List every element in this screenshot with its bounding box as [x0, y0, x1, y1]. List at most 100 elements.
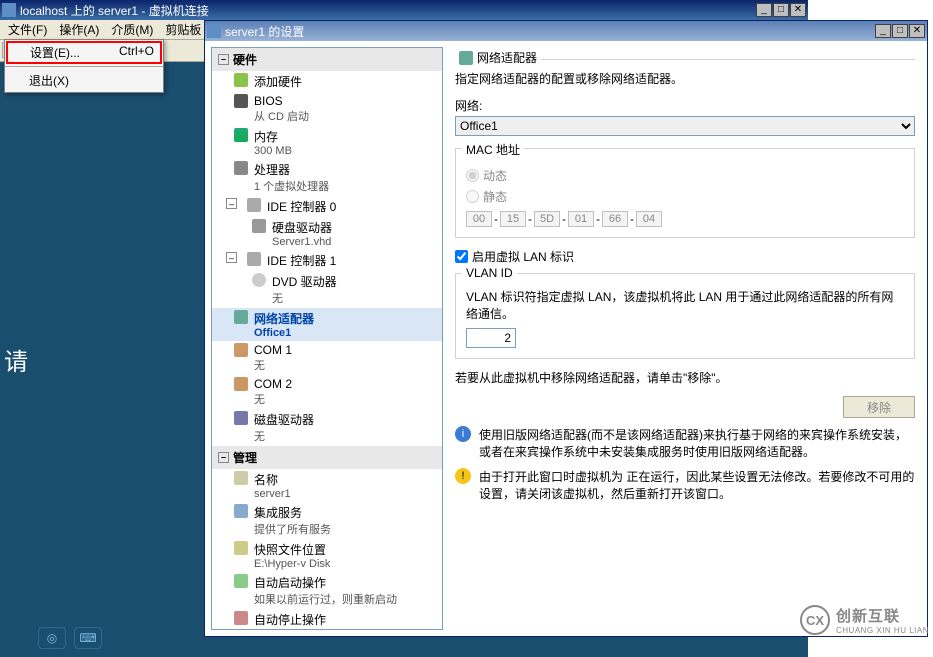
- menu-media[interactable]: 介质(M): [105, 19, 159, 40]
- expand-icon: –: [218, 54, 229, 65]
- menu-file[interactable]: 文件(F): [2, 19, 53, 40]
- mac-octet-4: [602, 211, 628, 227]
- mac-dynamic-label: 动态: [483, 167, 507, 184]
- settings-close-button[interactable]: ✕: [909, 24, 925, 38]
- panel-title: 网络适配器: [477, 49, 537, 66]
- vm-titlebar: localhost 上的 server1 - 虚拟机连接 _ □ ✕: [0, 0, 808, 20]
- menu-exit[interactable]: 退出(X): [5, 69, 163, 92]
- collapse-icon[interactable]: –: [226, 198, 237, 209]
- mac-octet-1: [500, 211, 526, 227]
- client-message: 请: [4, 342, 28, 377]
- info-text-2: 由于打开此窗口时虚拟机为 正在运行，因此某些设置无法修改。若要修改不可用的设置，…: [479, 468, 915, 502]
- minimize-button[interactable]: _: [756, 3, 772, 17]
- tree-add-hardware[interactable]: 添加硬件: [212, 71, 442, 92]
- harddisk-icon: [252, 219, 266, 233]
- mac-dynamic-row: 动态: [466, 167, 904, 184]
- client-bottom-button-1[interactable]: ◎: [38, 627, 66, 649]
- tree-processor[interactable]: 处理器1 个虚拟处理器: [212, 159, 442, 196]
- tree-ide1-dvd[interactable]: DVD 驱动器无: [212, 271, 442, 308]
- info-icon: i: [455, 426, 471, 442]
- tree-network-adapter[interactable]: 网络适配器Office1: [212, 308, 442, 341]
- warning-icon: [455, 468, 471, 484]
- network-icon: [234, 310, 248, 324]
- tree-ide0-harddisk[interactable]: 硬盘驱动器Server1.vhd: [212, 217, 442, 250]
- mac-octet-3: [568, 211, 594, 227]
- mac-static-label: 静态: [483, 188, 507, 205]
- bios-icon: [234, 94, 248, 108]
- settings-detail-panel: 网络适配器 指定网络适配器的配置或移除网络适配器。 网络: Office1 MA…: [449, 47, 921, 630]
- tree-bios[interactable]: BIOS从 CD 启动: [212, 92, 442, 126]
- autostart-icon: [234, 574, 248, 588]
- mac-groupbox: MAC 地址 动态 静态 - - - - -: [455, 148, 915, 238]
- mac-static-radio[interactable]: [466, 190, 479, 203]
- menu-clipboard[interactable]: 剪贴板: [159, 19, 207, 40]
- menu-action[interactable]: 操作(A): [53, 19, 105, 40]
- warning-vm-running: 由于打开此窗口时虚拟机为 正在运行，因此某些设置无法修改。若要修改不可用的设置，…: [455, 468, 915, 502]
- vlan-enable-checkbox[interactable]: [455, 250, 468, 263]
- category-management[interactable]: – 管理: [212, 446, 442, 469]
- mac-legend: MAC 地址: [462, 141, 524, 158]
- menu-settings[interactable]: 设置(E)... Ctrl+O: [6, 41, 162, 64]
- menu-exit-label: 退出(X): [29, 72, 69, 89]
- watermark-en: CHUANG XIN HU LIAN: [836, 626, 929, 635]
- expand-icon: –: [218, 452, 229, 463]
- memory-icon: [234, 128, 248, 142]
- services-icon: [234, 504, 248, 518]
- tree-auto-stop[interactable]: 自动停止操作保存: [212, 609, 442, 630]
- remove-button[interactable]: 移除: [843, 396, 915, 418]
- mac-dynamic-radio[interactable]: [466, 169, 479, 182]
- tree-com1[interactable]: COM 1无: [212, 341, 442, 375]
- com-icon: [234, 343, 248, 357]
- maximize-button[interactable]: □: [773, 3, 789, 17]
- floppy-icon: [234, 411, 248, 425]
- vlan-description: VLAN 标识符指定虚拟 LAN，该虚拟机将此 LAN 用于通过此网络适配器的所…: [466, 288, 904, 322]
- info-text-1: 使用旧版网络适配器(而不是该网络适配器)来执行基于网络的来宾操作系统安装，或者在…: [479, 426, 915, 460]
- controller-icon: [247, 252, 261, 266]
- remove-description: 若要从此虚拟机中移除网络适配器，请单击"移除"。: [455, 369, 915, 386]
- tree-integration-services[interactable]: 集成服务提供了所有服务: [212, 502, 442, 539]
- tree-auto-start[interactable]: 自动启动操作如果以前运行过，则重新启动: [212, 572, 442, 609]
- watermark-cn: 创新互联: [836, 605, 929, 626]
- name-icon: [234, 471, 248, 485]
- network-icon: [459, 51, 473, 65]
- mac-octet-2: [534, 211, 560, 227]
- menu-settings-label: 设置(E)...: [30, 44, 80, 61]
- snapshot-icon: [234, 541, 248, 555]
- settings-window: server1 的设置 _ □ ✕ – 硬件 添加硬件 BIOS从 CD 启动 …: [204, 20, 928, 637]
- tree-memory[interactable]: 内存300 MB: [212, 126, 442, 159]
- settings-tree: – 硬件 添加硬件 BIOS从 CD 启动 内存300 MB 处理器1 个虚拟处…: [211, 47, 443, 630]
- mac-address-inputs: - - - - -: [466, 211, 904, 227]
- menu-separator: [5, 66, 163, 67]
- settings-minimize-button[interactable]: _: [875, 24, 891, 38]
- settings-titlebar: server1 的设置 _ □ ✕: [205, 21, 927, 41]
- dvd-icon: [252, 273, 266, 287]
- watermark-logo: CX: [800, 605, 830, 635]
- network-select[interactable]: Office1: [455, 116, 915, 136]
- info-legacy-adapter: i 使用旧版网络适配器(而不是该网络适配器)来执行基于网络的来宾操作系统安装，或…: [455, 426, 915, 460]
- settings-maximize-button[interactable]: □: [892, 24, 908, 38]
- tree-name[interactable]: 名称server1: [212, 469, 442, 502]
- vlan-groupbox: VLAN ID VLAN 标识符指定虚拟 LAN，该虚拟机将此 LAN 用于通过…: [455, 273, 915, 359]
- tree-floppy[interactable]: 磁盘驱动器无: [212, 409, 442, 446]
- vlan-id-legend: VLAN ID: [462, 266, 517, 280]
- mac-octet-5: [636, 211, 662, 227]
- tree-ide1[interactable]: –IDE 控制器 1: [212, 250, 442, 271]
- com-icon: [234, 377, 248, 391]
- vlan-id-input[interactable]: [466, 328, 516, 348]
- close-button[interactable]: ✕: [790, 3, 806, 17]
- network-label: 网络:: [455, 97, 915, 114]
- autostop-icon: [234, 611, 248, 625]
- tree-snapshot-location[interactable]: 快照文件位置E:\Hyper-v Disk: [212, 539, 442, 572]
- add-icon: [234, 73, 248, 87]
- tree-ide0[interactable]: –IDE 控制器 0: [212, 196, 442, 217]
- controller-icon: [247, 198, 261, 212]
- vlan-enable-row: 启用虚拟 LAN 标识: [455, 248, 915, 265]
- mac-static-row: 静态: [466, 188, 904, 205]
- tree-com2[interactable]: COM 2无: [212, 375, 442, 409]
- vlan-enable-label: 启用虚拟 LAN 标识: [472, 248, 574, 265]
- client-bottom-button-2[interactable]: ⌨: [74, 627, 102, 649]
- watermark: CX 创新互联 CHUANG XIN HU LIAN: [800, 605, 929, 635]
- collapse-icon[interactable]: –: [226, 252, 237, 263]
- category-hardware[interactable]: – 硬件: [212, 48, 442, 71]
- panel-description: 指定网络适配器的配置或移除网络适配器。: [455, 70, 915, 87]
